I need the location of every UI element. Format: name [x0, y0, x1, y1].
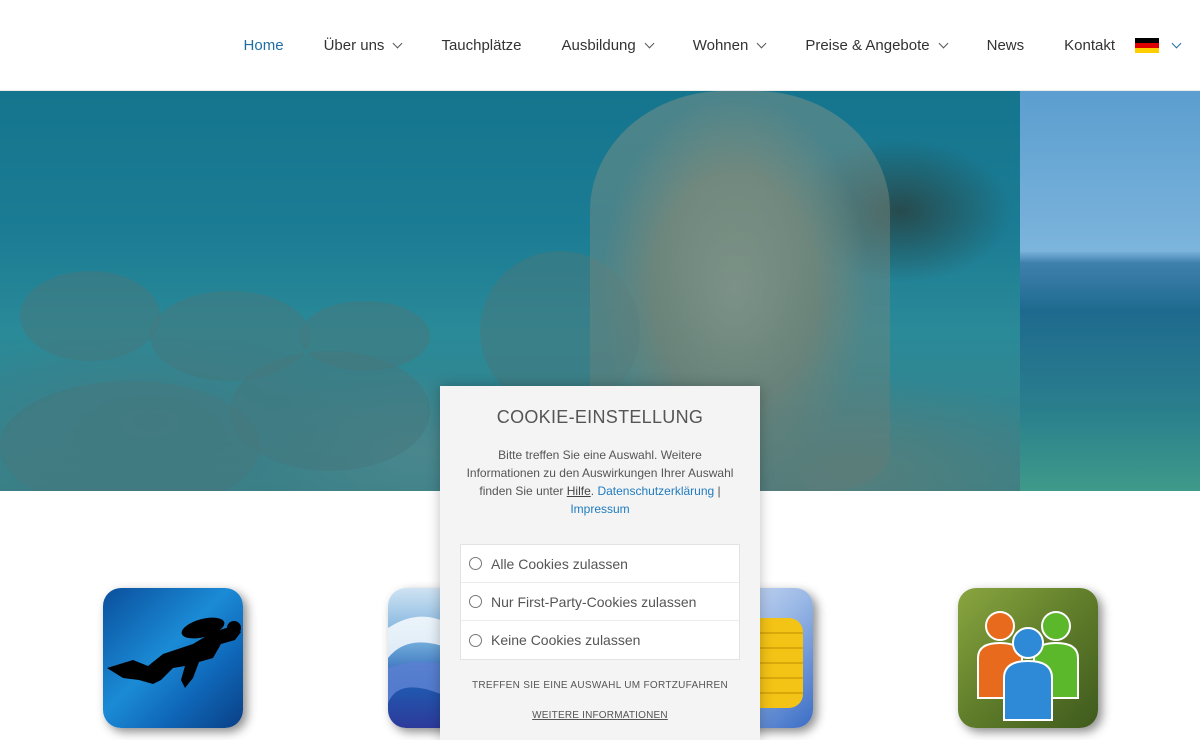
main-navigation: Home Über uns Tauchplätze Ausbildung Woh… — [244, 0, 1200, 91]
nav-item-label: Preise & Angebote — [805, 37, 930, 54]
feature-diving[interactable] — [103, 588, 243, 728]
privacy-policy-link[interactable]: Datenschutzerklärung — [597, 484, 714, 498]
cookie-option-first-party[interactable]: Nur First-Party-Cookies zulassen — [461, 583, 739, 621]
nav-item-label: Ausbildung — [561, 37, 636, 54]
germany-flag-icon — [1135, 37, 1159, 54]
radio-button[interactable] — [469, 595, 482, 608]
sea-horizon-image — [1020, 91, 1200, 491]
radio-button[interactable] — [469, 557, 482, 570]
site-header: Home Über uns Tauchplätze Ausbildung Woh… — [0, 0, 1200, 91]
chevron-down-icon — [1171, 38, 1182, 49]
nav-item-kontakt[interactable]: Kontakt — [1064, 37, 1115, 54]
cookie-consent-dialog: COOKIE-EINSTELLUNG Bitte treffen Sie ein… — [440, 386, 760, 740]
rock-shape — [0, 381, 260, 491]
option-label: Nur First-Party-Cookies zulassen — [491, 593, 697, 610]
scuba-diver-icon — [107, 617, 241, 688]
cookie-description: Bitte treffen Sie eine Auswahl. Weitere … — [464, 446, 736, 518]
people-group-icon — [977, 611, 1079, 721]
chevron-down-icon — [938, 38, 949, 49]
nav-item-wohnen[interactable]: Wohnen — [692, 37, 767, 54]
cookie-option-allow-all[interactable]: Alle Cookies zulassen — [461, 545, 739, 583]
nav-item-home[interactable]: Home — [244, 37, 284, 54]
language-switcher[interactable] — [1135, 37, 1182, 54]
nav-item-label: Home — [243, 37, 284, 54]
nav-item-label: Kontakt — [1064, 37, 1115, 54]
rock-shape — [230, 351, 430, 471]
cookie-title: COOKIE-EINSTELLUNG — [496, 407, 704, 427]
imprint-link[interactable]: Impressum — [570, 502, 629, 516]
nav-item-preise-angebote[interactable]: Preise & Angebote — [805, 37, 949, 54]
pipe-separator: | — [714, 484, 721, 498]
nav-item-label: Über uns — [323, 37, 385, 54]
nav-item-news[interactable]: News — [987, 37, 1025, 54]
cookie-option-none[interactable]: Keine Cookies zulassen — [461, 621, 739, 659]
radio-button[interactable] — [469, 633, 482, 647]
nav-item-label: News — [986, 37, 1025, 54]
option-label: Keine Cookies zulassen — [491, 632, 641, 648]
nav-item-ueber-uns[interactable]: Über uns — [323, 37, 403, 54]
cookie-hint: TREFFEN SIE EINE AUSWAHL UM FORTZUFAHREN — [471, 680, 729, 691]
chevron-down-icon — [392, 38, 403, 49]
rock-shape — [20, 271, 160, 361]
option-label: Alle Cookies zulassen — [491, 555, 628, 572]
chevron-down-icon — [756, 38, 767, 49]
chevron-down-icon — [644, 38, 655, 49]
nav-item-tauchplaetze[interactable]: Tauchplätze — [441, 37, 521, 54]
nav-item-ausbildung[interactable]: Ausbildung — [561, 37, 655, 54]
feature-community[interactable] — [958, 588, 1098, 728]
cookie-options: Alle Cookies zulassen Nur First-Party-Co… — [460, 544, 740, 660]
nav-item-label: Tauchplätze — [441, 37, 522, 54]
nav-item-label: Wohnen — [692, 37, 749, 54]
help-link[interactable]: Hilfe — [567, 484, 591, 498]
more-info-link[interactable]: WEITERE INFORMATIONEN — [440, 710, 760, 721]
